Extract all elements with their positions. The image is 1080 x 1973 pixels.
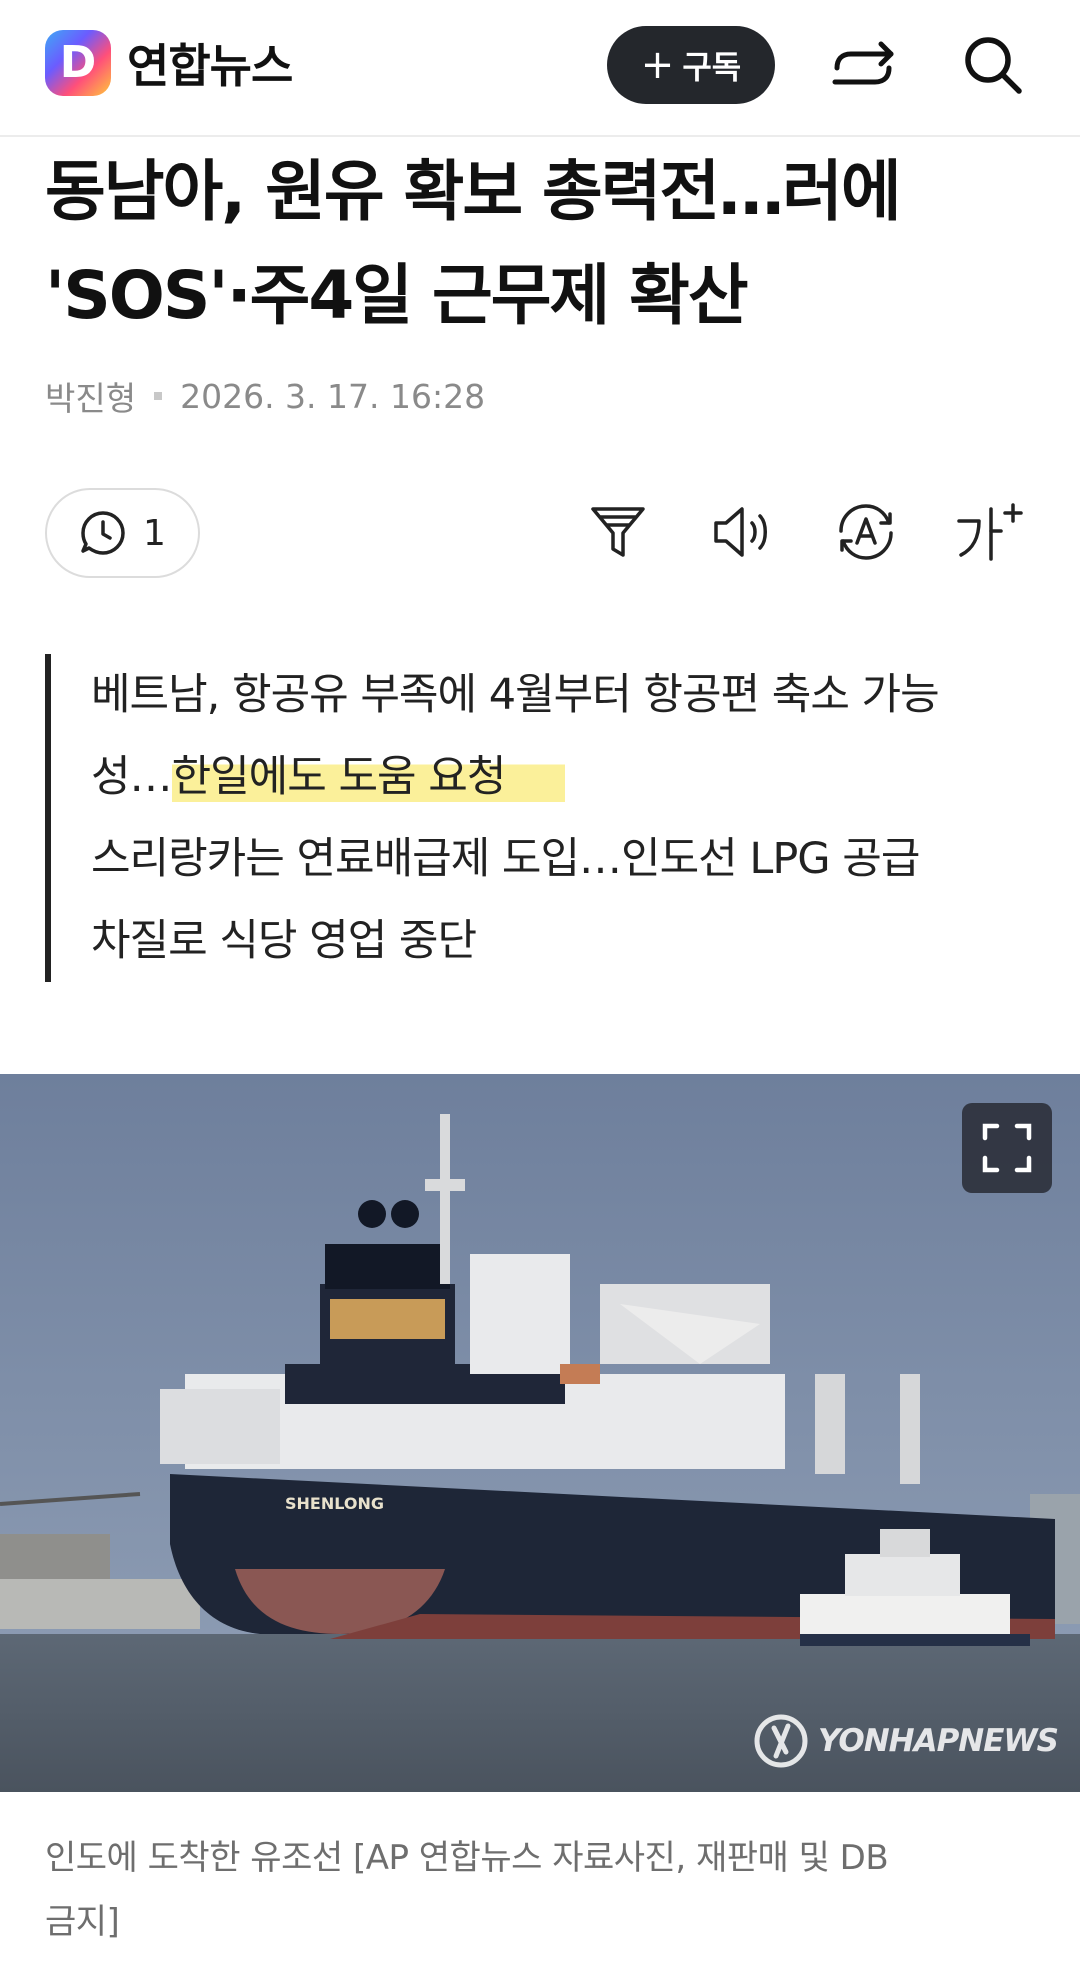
summary-highlight: 한일에도 도움 요청 — [171, 752, 566, 802]
photo-caption: 인도에 도착한 유조선 [AP 연합뉴스 자료사진, 재판매 및 DB 금지] — [45, 1826, 1035, 1954]
speaker-icon[interactable] — [702, 492, 782, 572]
summary-line-2: 성…한일에도 도움 요청 — [91, 736, 1045, 818]
title-line-1: 동남아, 원유 확보 총력전…러에 — [45, 153, 902, 230]
translate-icon[interactable] — [826, 492, 906, 572]
comment-button[interactable]: 1 — [45, 488, 200, 578]
expand-photo-button[interactable] — [962, 1103, 1052, 1193]
share-icon[interactable] — [828, 30, 898, 100]
expand-icon — [982, 1123, 1032, 1173]
search-icon[interactable] — [958, 30, 1028, 100]
logo-text: 연합뉴스 — [127, 39, 293, 93]
article-title: 동남아, 원유 확보 총력전…러에 'SOS'·주4일 근무제 확산 — [45, 140, 1035, 348]
meta-separator — [154, 392, 163, 400]
article-photo[interactable]: SHENLONG — [0, 1074, 1080, 1792]
summary-line-4: 차질로 식당 영업 중단 — [91, 916, 477, 966]
watermark-text: YONHAPNEWS — [818, 1723, 1059, 1759]
comment-count: 1 — [143, 512, 166, 554]
font-size-icon[interactable] — [950, 492, 1030, 572]
summary-line-3: 스리랑카는 연료배급제 도입…인도선 LPG 공급 — [91, 834, 920, 884]
publish-datetime: 2026. 3. 17. 16:28 — [180, 376, 486, 416]
article-summary: 베트남, 항공유 부족에 4월부터 항공편 축소 가능 성…한일에도 도움 요청… — [45, 654, 1045, 982]
yonhap-watermark-icon — [754, 1714, 808, 1768]
ship-name: SHENLONG — [285, 1494, 384, 1513]
subscribe-label: 구독 — [682, 48, 742, 86]
plus-icon: + — [640, 42, 675, 88]
title-line-2: 'SOS'·주4일 근무제 확산 — [45, 257, 749, 334]
subscribe-button[interactable]: + 구독 — [607, 26, 775, 104]
logo-badge: D — [45, 30, 111, 96]
caption-line-1: 인도에 도착한 유조선 [AP 연합뉴스 자료사진, 재판매 및 DB — [45, 1838, 889, 1878]
article-meta: 박진형 2026. 3. 17. 16:28 — [45, 372, 485, 420]
summary-line-2-text: 성… — [91, 752, 173, 802]
logo-letter: D — [59, 37, 97, 88]
summary-line-1: 베트남, 항공유 부족에 4월부터 항공편 축소 가능 — [91, 670, 940, 720]
photo-watermark: YONHAPNEWS — [752, 1712, 1059, 1770]
caption-line-2: 금지] — [45, 1902, 120, 1942]
comment-icon — [81, 511, 125, 555]
filter-icon[interactable] — [578, 492, 658, 572]
yonhap-logo[interactable]: D 연합뉴스 — [45, 30, 293, 96]
app-header: D 연합뉴스 + 구독 — [0, 0, 1080, 137]
author-name[interactable]: 박진형 — [45, 372, 136, 420]
